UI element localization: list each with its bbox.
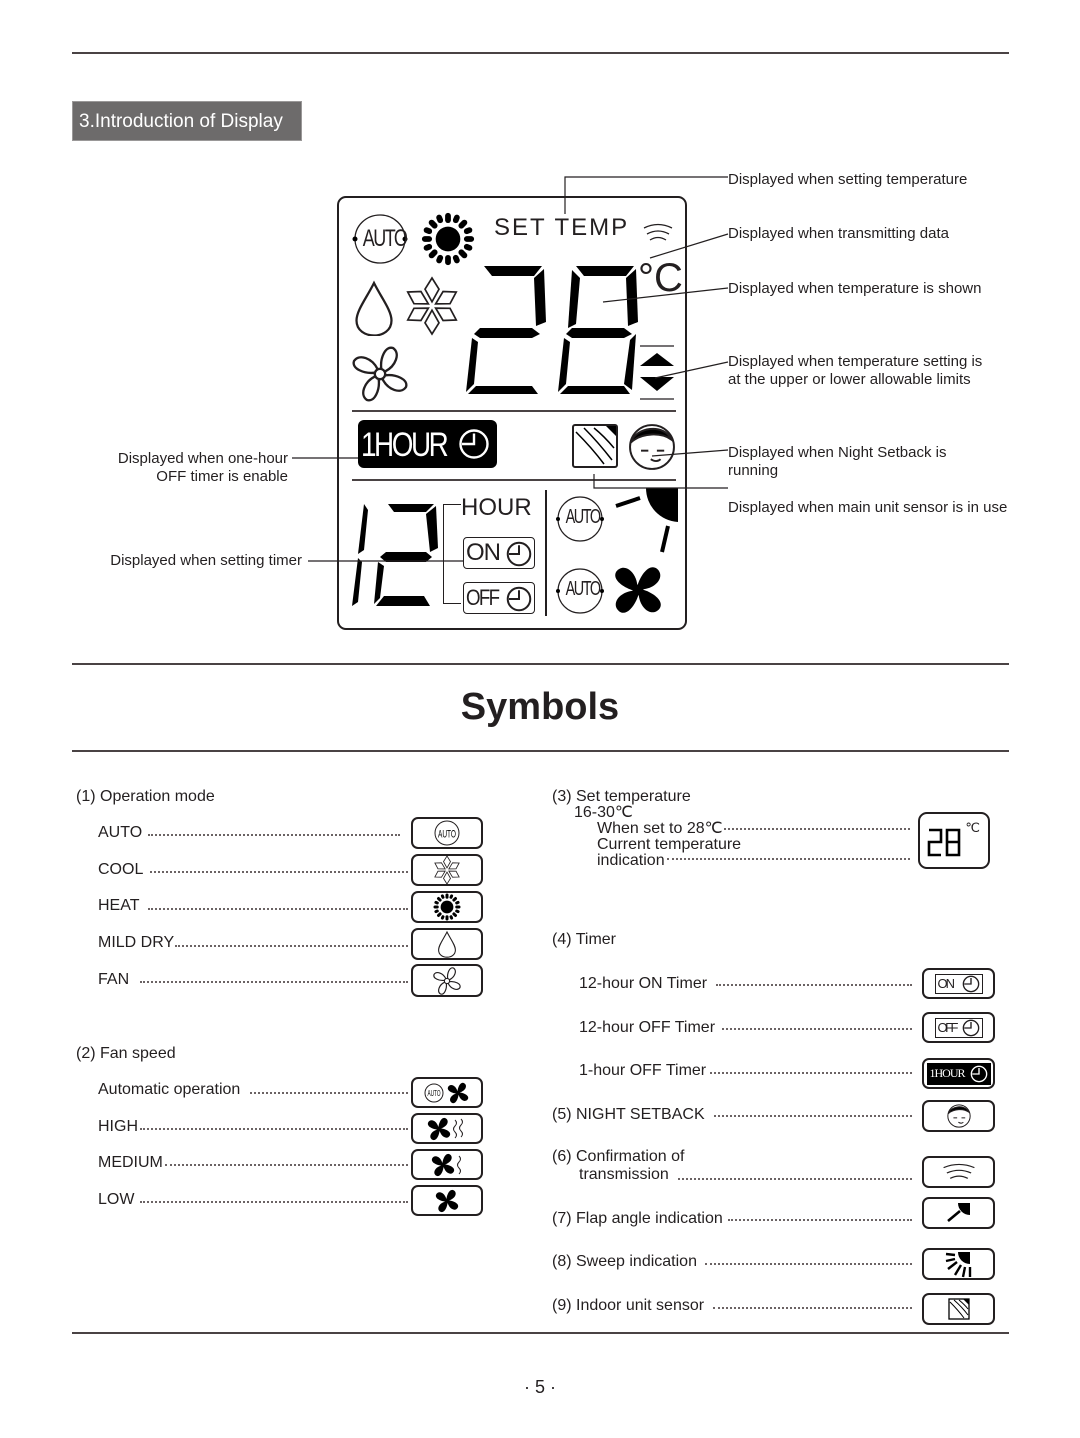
fan-low-symbol — [411, 1185, 483, 1216]
leader-dots — [716, 984, 912, 986]
leader-dots — [667, 858, 910, 860]
bottom-divider — [72, 1332, 1009, 1334]
callout-night-setback: Displayed when Night Setback is running — [728, 444, 947, 479]
callout-setting-timer: Displayed when setting timer — [110, 552, 302, 569]
mini-seven-segment-28 — [927, 828, 961, 856]
fan-medium-symbol — [411, 1149, 483, 1180]
night-setback-symbol — [922, 1100, 995, 1132]
svg-text:AUTO: AUTO — [428, 1089, 441, 1098]
sweep-symbol — [922, 1248, 995, 1280]
mode-label-heat: HEAT — [98, 897, 140, 914]
callout-setting-temperature: Displayed when setting temperature — [728, 171, 968, 188]
cool-snowflake-symbol — [411, 854, 483, 886]
fan-outline-symbol — [411, 964, 483, 997]
leader-dots — [710, 1072, 912, 1074]
mode-label-mild-dry: MILD DRY — [98, 934, 175, 951]
indoor-sensor-heading: (9) Indoor unit sensor — [552, 1297, 705, 1314]
leader-dots — [140, 1201, 408, 1203]
transmission-line2: transmission — [579, 1166, 669, 1183]
one-hour-badge-text: 1HOUR — [929, 1066, 966, 1080]
leader-dots — [713, 1307, 912, 1309]
transmission-heading: (6) Confirmation of transmission — [552, 1148, 685, 1184]
transmission-line1: (6) Confirmation of — [552, 1148, 685, 1165]
fan-speed-heading: (2) Fan speed — [76, 1045, 176, 1062]
leader-dots — [140, 981, 408, 983]
timer-label-off: 12-hour OFF Timer — [579, 1019, 716, 1036]
leader-dots — [148, 834, 400, 836]
callout-temp-limits: Displayed when temperature setting is at… — [728, 353, 983, 388]
symbols-top-divider — [72, 663, 1009, 665]
callout-one-hour-off: Displayed when one-hour OFF timer is ena… — [60, 450, 288, 486]
timer-label-on: 12-hour ON Timer — [579, 975, 708, 992]
on-timer-symbol: ON — [922, 968, 995, 999]
leader-dots — [724, 828, 910, 830]
callout-line: OFF timer is enable — [156, 468, 288, 485]
indoor-sensor-symbol — [922, 1293, 995, 1325]
fan-high-symbol — [411, 1113, 483, 1144]
night-setback-heading: (5) NIGHT SETBACK — [552, 1106, 705, 1123]
on-badge-text: ON — [937, 976, 955, 991]
timer-label-one-hour: 1-hour OFF Timer — [579, 1062, 707, 1079]
off-badge-text: OFF — [937, 1020, 959, 1035]
mode-label-cool: COOL — [98, 861, 144, 878]
leader-dots — [714, 1115, 912, 1117]
callout-line: Displayed when one-hour — [117, 450, 288, 467]
leader-dots — [705, 1263, 912, 1265]
set-temperature-line1: When set to 28℃ — [597, 820, 723, 837]
leader-dots — [165, 1164, 408, 1166]
leader-dots — [678, 1178, 912, 1180]
leader-dots — [175, 945, 408, 947]
set-temperature-block: (3) Set temperature 16-30℃ When set to 2… — [552, 789, 741, 869]
page-number: · 5 · — [523, 1377, 556, 1397]
leader-dots — [140, 1128, 408, 1130]
leader-dots — [722, 1028, 912, 1030]
leader-dots — [150, 871, 408, 873]
flap-angle-symbol — [922, 1197, 995, 1229]
svg-text:AUTO: AUTO — [438, 829, 456, 841]
set-temperature-heading: (3) Set temperature — [552, 788, 691, 805]
timer-heading: (4) Timer — [552, 931, 616, 948]
mode-label-auto: AUTO — [98, 824, 143, 841]
mode-label-fan: FAN — [98, 971, 130, 988]
one-hour-timer-symbol: 1HOUR — [922, 1058, 995, 1089]
transmission-symbol — [922, 1156, 995, 1188]
set-temperature-line2: Current temperature — [597, 836, 742, 853]
fan-label-auto: Automatic operation — [98, 1081, 241, 1098]
symbols-title: Symbols — [460, 686, 620, 728]
callout-transmitting-data: Displayed when transmitting data — [728, 225, 949, 242]
heat-sun-symbol — [411, 891, 483, 923]
fan-label-high: HIGH — [98, 1118, 138, 1135]
temperature-display-symbol: ℃ — [918, 812, 990, 869]
set-temperature-range: 16-30℃ — [574, 804, 633, 821]
sweep-heading: (8) Sweep indication — [552, 1253, 697, 1270]
leader-dots — [728, 1219, 912, 1221]
fan-label-medium: MEDIUM — [98, 1154, 163, 1171]
fan-label-low: LOW — [98, 1191, 135, 1208]
leader-dots — [250, 1092, 408, 1094]
mini-temp-unit: ℃ — [965, 820, 980, 835]
off-timer-symbol: OFF — [922, 1012, 995, 1043]
auto-fan-symbol: AUTO — [411, 1077, 483, 1108]
set-temperature-line3: indication — [597, 852, 665, 869]
mild-dry-droplet-symbol — [411, 928, 483, 960]
auto-mode-symbol: AUTO — [411, 817, 483, 849]
operation-mode-heading: (1) Operation mode — [76, 788, 215, 805]
callout-main-sensor: Displayed when main unit sensor is in us… — [728, 499, 1008, 516]
flap-angle-heading: (7) Flap angle indication — [552, 1210, 723, 1227]
callout-temperature-shown: Displayed when temperature is shown — [728, 280, 982, 297]
symbols-bottom-divider — [72, 750, 1009, 752]
leader-dots — [148, 908, 408, 910]
callout-leader-lines — [292, 176, 729, 562]
